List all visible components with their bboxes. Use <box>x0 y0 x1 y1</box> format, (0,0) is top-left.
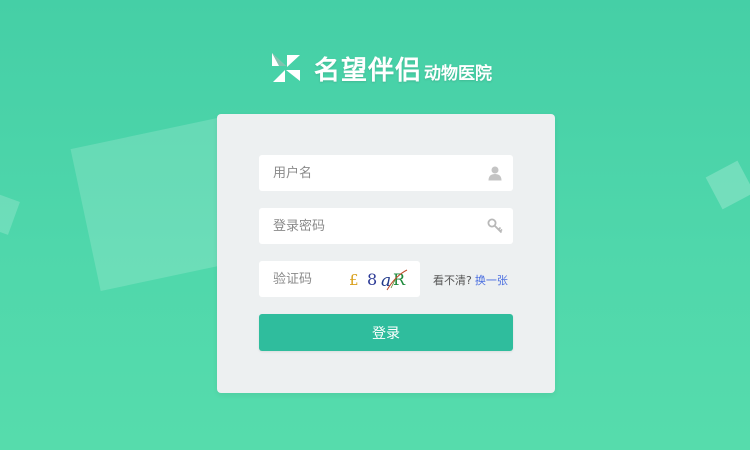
captcha-hint: 看不清? 换一张 <box>433 272 508 288</box>
user-icon <box>488 166 502 181</box>
brand-name: 名望伴侣 <box>314 55 423 86</box>
captcha-char-2: 8 <box>367 270 377 289</box>
pinwheel-logo-icon <box>272 53 300 82</box>
key-icon <box>487 218 503 234</box>
background-decoration-square-right <box>705 160 750 210</box>
login-button[interactable]: 登录 <box>259 314 513 351</box>
captcha-char-1: £ <box>349 271 359 289</box>
password-field-container <box>259 208 513 244</box>
username-input[interactable] <box>259 155 459 191</box>
captcha-refresh-link[interactable]: 换一张 <box>475 274 508 287</box>
username-field-container <box>259 155 513 191</box>
captcha-char-3: a <box>381 271 391 291</box>
captcha-image[interactable]: £ 8 a R <box>347 266 413 292</box>
captcha-input[interactable] <box>259 261 343 297</box>
captcha-hint-text: 看不清? <box>433 274 472 287</box>
captcha-row: £ 8 a R 看不清?换一张 <box>259 261 513 297</box>
password-input[interactable] <box>259 208 459 244</box>
brand-subtitle: 动物医院 <box>424 63 493 84</box>
brand-header: 名望伴侣 动物医院 <box>270 48 492 88</box>
captcha-field-container: £ 8 a R <box>259 261 420 297</box>
login-card: £ 8 a R 看不清?换一张 登录 <box>217 114 555 393</box>
background-decoration-square-left <box>0 190 20 235</box>
